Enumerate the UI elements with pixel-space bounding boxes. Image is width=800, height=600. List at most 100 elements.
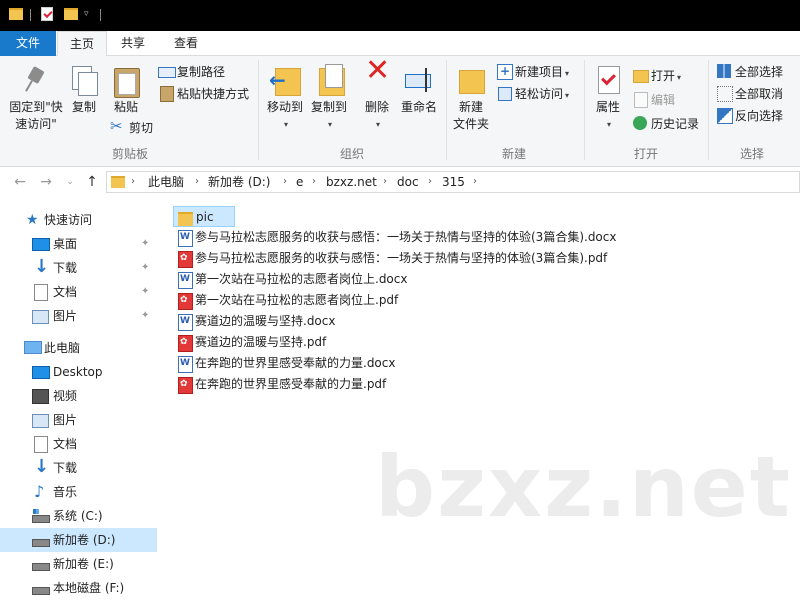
copy-to-button[interactable]: 复制到 ▾ xyxy=(306,60,352,133)
folder-icon xyxy=(111,176,125,188)
picture-icon xyxy=(32,412,49,428)
select-group-label: 选择 xyxy=(739,147,764,161)
new-folder-quick-icon[interactable] xyxy=(64,8,78,20)
nav-drive-c[interactable]: 系统 (C:) xyxy=(0,504,157,528)
nav-label: 下载 xyxy=(53,261,78,275)
select-all-label: 全部选择 xyxy=(735,65,784,79)
address-bar[interactable]: › 此电脑 › 新加卷 (D:) › e › bzxz.net › doc › … xyxy=(106,171,800,193)
paste-shortcut-label: 粘贴快捷方式 xyxy=(177,87,250,101)
move-to-button[interactable]: 移动到 ▾ xyxy=(262,60,308,133)
copy-path-button[interactable]: 复制路径 xyxy=(158,62,225,82)
new-folder-button[interactable]: 新建 文件夹 xyxy=(450,60,492,133)
nav-documents[interactable]: 文档 ✦ xyxy=(0,280,157,304)
group-separator xyxy=(258,60,259,160)
file-name: 赛道边的温暖与坚持.docx xyxy=(195,314,336,328)
computer-icon xyxy=(24,340,42,356)
nav-pc-documents[interactable]: 文档 xyxy=(0,432,157,456)
history-button[interactable]: 历史记录 xyxy=(632,114,699,134)
breadcrumb-separator-icon[interactable]: › xyxy=(283,172,287,192)
easy-access-button[interactable]: 轻松访问 ▾ xyxy=(496,84,569,104)
nav-drive-f[interactable]: 本地磁盘 (F:) xyxy=(0,576,157,600)
invert-selection-button[interactable]: 反向选择 xyxy=(716,106,783,126)
select-all-button[interactable]: 全部选择 xyxy=(716,62,783,82)
properties-quick-icon[interactable] xyxy=(41,7,53,21)
breadcrumb-this-pc[interactable]: 此电脑 xyxy=(148,172,184,192)
copy-button[interactable]: 复制 xyxy=(66,60,102,116)
download-icon xyxy=(32,455,49,479)
nav-label: 快速访问 xyxy=(44,213,93,227)
pin-to-quick-access-button[interactable]: 固定到"快 速访问" xyxy=(4,60,68,133)
back-arrow-icon[interactable]: ← xyxy=(10,172,30,192)
nav-music[interactable]: 音乐 xyxy=(0,480,157,504)
breadcrumb-drive-d[interactable]: 新加卷 (D:) xyxy=(208,172,270,192)
paste-shortcut-button[interactable]: 粘贴快捷方式 xyxy=(158,84,249,104)
nav-quick-access[interactable]: 快速访问 xyxy=(0,208,157,232)
file-name: 第一次站在马拉松的志愿者岗位上.docx xyxy=(195,272,408,286)
breadcrumb-bzxz[interactable]: bzxz.net xyxy=(326,172,377,192)
picture-icon xyxy=(32,308,49,324)
recent-locations-chevron-icon[interactable]: ⌄ xyxy=(60,172,80,192)
tab-file[interactable]: 文件 xyxy=(0,31,56,56)
copy-to-dropdown-icon: ▾ xyxy=(327,120,332,129)
nav-videos[interactable]: 视频 xyxy=(0,384,157,408)
nav-label: 文档 xyxy=(53,437,78,451)
open-label: 打开 xyxy=(651,69,676,83)
nav-downloads[interactable]: 下载 ✦ xyxy=(0,255,157,280)
nav-pc-downloads[interactable]: 下载 xyxy=(0,455,157,480)
nav-this-pc[interactable]: 此电脑 xyxy=(0,336,157,360)
delete-button[interactable]: 删除 ▾ xyxy=(360,60,394,133)
drive-icon xyxy=(32,556,50,572)
new-item-button[interactable]: 新建项目▾ xyxy=(496,61,569,82)
word-document-icon xyxy=(177,269,193,290)
nav-label: 系统 (C:) xyxy=(53,509,103,523)
edit-label: 编辑 xyxy=(651,93,676,107)
nav-pc-pictures[interactable]: 图片 xyxy=(0,408,157,432)
nav-pictures[interactable]: 图片 ✦ xyxy=(0,304,157,328)
paste-button[interactable]: 粘贴 xyxy=(108,60,144,116)
pin-icon[interactable]: ✦ xyxy=(141,304,149,328)
breadcrumb-separator-icon[interactable]: › xyxy=(195,172,199,192)
nav-drive-d[interactable]: 新加卷 (D:) xyxy=(0,528,157,552)
breadcrumb-315[interactable]: 315 xyxy=(442,172,465,192)
breadcrumb-separator-icon[interactable]: › xyxy=(131,172,135,192)
forward-arrow-icon[interactable]: → xyxy=(36,172,56,192)
copy-icon xyxy=(68,64,100,96)
select-all-icon xyxy=(716,63,732,79)
rename-button[interactable]: 重命名 xyxy=(398,60,440,116)
edit-button[interactable]: 编辑 xyxy=(632,90,675,110)
pin-icon[interactable]: ✦ xyxy=(141,256,149,280)
nav-label: 新加卷 (D:) xyxy=(53,533,116,547)
nav-label: 下载 xyxy=(53,461,78,475)
nav-drive-e[interactable]: 新加卷 (E:) xyxy=(0,552,157,576)
nav-label: 视频 xyxy=(53,389,78,403)
toolbar-separator xyxy=(30,9,31,21)
open-button[interactable]: 打开 ▾ xyxy=(632,66,681,86)
cut-button[interactable]: 剪切 xyxy=(110,116,153,138)
breadcrumb-e[interactable]: e xyxy=(296,172,303,192)
drive-icon xyxy=(32,532,50,548)
breadcrumb-separator-icon[interactable]: › xyxy=(473,172,477,192)
pin-icon[interactable]: ✦ xyxy=(141,232,149,256)
breadcrumb-separator-icon[interactable]: › xyxy=(428,172,432,192)
tab-share[interactable]: 共享 xyxy=(107,31,159,56)
tab-home[interactable]: 主页 xyxy=(57,31,107,57)
nav-pc-desktop[interactable]: Desktop xyxy=(0,360,157,384)
history-icon xyxy=(632,115,648,131)
breadcrumb-separator-icon[interactable]: › xyxy=(312,172,316,192)
pin-icon[interactable]: ✦ xyxy=(141,280,149,304)
customize-toolbar-dropdown-icon[interactable]: ▿ xyxy=(84,9,89,19)
desktop-icon xyxy=(32,236,50,252)
list-item[interactable]: pic xyxy=(173,206,235,227)
nav-desktop[interactable]: 桌面 ✦ xyxy=(0,232,157,256)
pdf-document-icon xyxy=(177,332,193,353)
folder-icon xyxy=(178,210,193,226)
new-group-label: 新建 xyxy=(501,147,526,161)
select-none-button[interactable]: 全部取消 xyxy=(716,84,783,104)
properties-button[interactable]: 属性 ▾ xyxy=(590,60,626,133)
tab-view[interactable]: 查看 xyxy=(160,31,212,56)
word-document-icon xyxy=(177,227,193,248)
up-arrow-icon[interactable]: ↑ xyxy=(82,172,102,192)
breadcrumb-doc[interactable]: doc xyxy=(397,172,419,192)
nav-label: 本地磁盘 (F:) xyxy=(53,581,125,595)
breadcrumb-separator-icon[interactable]: › xyxy=(383,172,387,192)
